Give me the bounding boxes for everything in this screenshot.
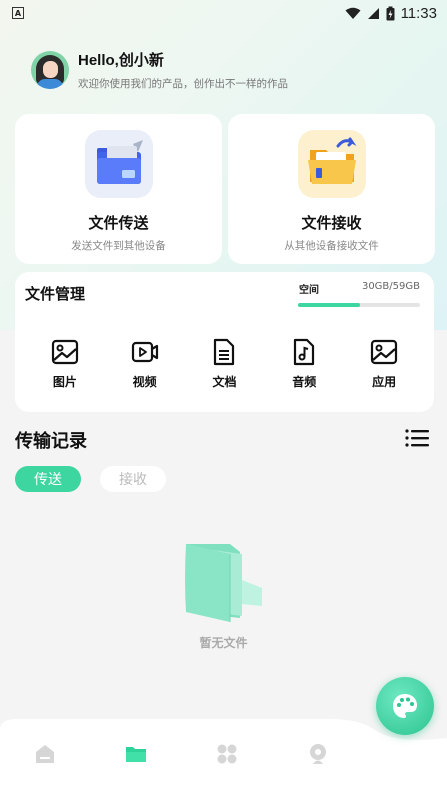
notification-icon: A	[12, 7, 24, 19]
app-icon	[370, 339, 398, 365]
tab-send[interactable]: 传送	[15, 466, 81, 492]
list-menu-icon[interactable]	[405, 428, 429, 448]
avatar[interactable]	[31, 51, 69, 89]
file-management-card: 文件管理 空间 30GB/59GB 图片 视频 文档 音频 应用	[15, 272, 434, 412]
category-label: 图片	[52, 375, 77, 389]
send-file-card[interactable]: 文件传送 发送文件到其他设备	[15, 114, 222, 264]
signal-icon	[367, 7, 379, 19]
send-card-title: 文件传送	[88, 214, 149, 232]
bottom-navigation	[0, 716, 447, 796]
empty-folder-icon	[185, 544, 262, 622]
send-card-subtitle: 发送文件到其他设备	[71, 240, 166, 252]
profile-header: Hello,创小新 欢迎你使用我们的产品，创作出不一样的作品	[31, 49, 288, 91]
clock: 11:33	[400, 4, 437, 22]
receive-card-title: 文件接收	[301, 214, 362, 232]
nav-files-icon[interactable]	[124, 742, 148, 766]
space-label: 空间	[299, 285, 319, 296]
greeting-title: Hello,创小新	[78, 52, 164, 69]
image-icon	[51, 339, 78, 365]
battery-icon	[386, 6, 395, 20]
greeting-subtitle: 欢迎你使用我们的产品，创作出不一样的作品	[78, 78, 288, 90]
video-icon	[131, 341, 158, 363]
category-videos[interactable]: 视频	[115, 338, 175, 390]
nav-grid-icon[interactable]	[215, 742, 239, 766]
wifi-icon	[345, 7, 361, 19]
document-icon	[214, 338, 235, 366]
storage-progress-bar	[298, 303, 420, 307]
category-audio[interactable]: 音频	[274, 338, 334, 390]
tab-receive[interactable]: 接收	[100, 466, 166, 492]
nav-home-icon[interactable]	[33, 742, 57, 766]
category-label: 视频	[132, 375, 157, 389]
space-value: 30GB/59GB	[361, 281, 420, 292]
empty-state-text: 暂无文件	[199, 636, 248, 650]
category-images[interactable]: 图片	[35, 338, 95, 390]
category-label: 应用	[372, 375, 397, 389]
audio-icon	[294, 338, 315, 366]
category-label: 文档	[212, 375, 237, 389]
theme-palette-button[interactable]	[376, 677, 434, 735]
category-apps[interactable]: 应用	[354, 338, 414, 390]
receive-card-subtitle: 从其他设备接收文件	[284, 240, 379, 252]
category-label: 音频	[292, 375, 317, 389]
status-bar: A 11:33	[0, 0, 447, 26]
palette-icon	[393, 694, 417, 718]
transfer-records-title: 传输记录	[15, 431, 87, 452]
receive-file-card[interactable]: 文件接收 从其他设备接收文件	[228, 114, 435, 264]
file-management-title: 文件管理	[25, 285, 86, 303]
storage-progress-fill	[298, 303, 361, 307]
send-folder-icon	[84, 130, 153, 198]
nav-profile-icon[interactable]	[306, 742, 330, 766]
receive-folder-icon	[297, 130, 366, 198]
category-documents[interactable]: 文档	[194, 338, 254, 390]
